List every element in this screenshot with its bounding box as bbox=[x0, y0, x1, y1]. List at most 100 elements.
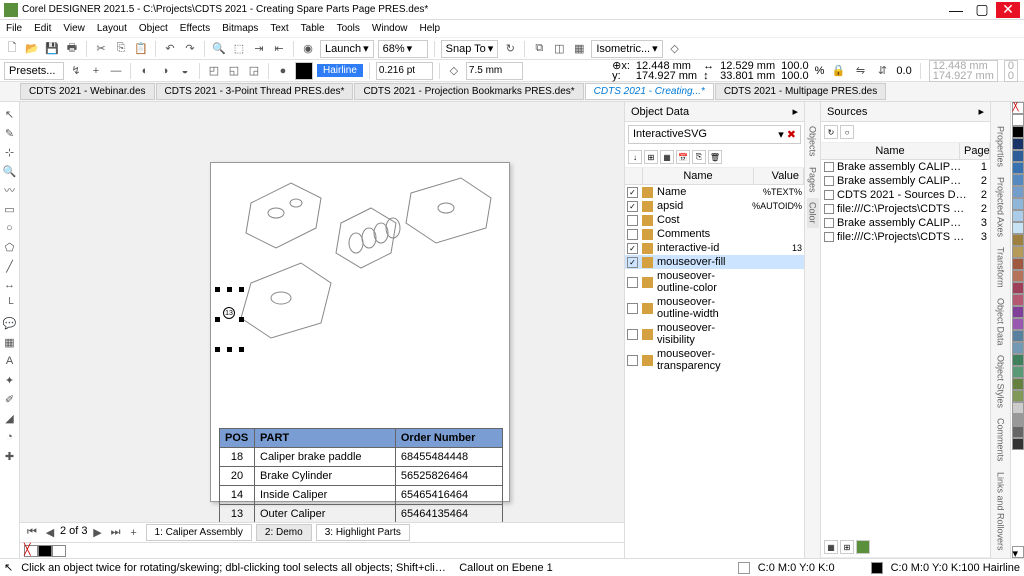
maximize-button[interactable]: ▢ bbox=[970, 2, 994, 18]
src-link-icon[interactable]: ○ bbox=[840, 125, 854, 139]
menu-view[interactable]: View bbox=[63, 23, 85, 34]
checkbox-icon[interactable] bbox=[627, 303, 638, 314]
page-tab[interactable]: 3: Highlight Parts bbox=[316, 524, 410, 541]
hairline-label[interactable]: Hairline bbox=[317, 64, 363, 77]
drawing-page[interactable]: 13 POS PART Order Number 18Caliper brake… bbox=[210, 162, 510, 502]
delete-icon[interactable]: ✖ bbox=[787, 129, 796, 141]
src-b-1[interactable]: ▦ bbox=[824, 540, 838, 554]
vtab-object-styles[interactable]: Object Styles bbox=[995, 351, 1007, 412]
pick-tool-icon[interactable]: ↖ bbox=[2, 106, 18, 122]
source-row[interactable]: file:///C:\Projects\CDTS 2021 - Crea...2 bbox=[821, 202, 990, 216]
od-icon-2[interactable]: ⊞ bbox=[644, 150, 658, 164]
prev-page-icon[interactable]: ◀ bbox=[42, 525, 58, 541]
next-page-icon[interactable]: ▶ bbox=[90, 525, 106, 541]
symbol-icon[interactable]: ⬚ bbox=[231, 41, 247, 57]
vtab-properties[interactable]: Properties bbox=[995, 122, 1007, 171]
od-row[interactable]: Cost bbox=[625, 213, 804, 227]
caps1-icon[interactable]: ◐ bbox=[137, 63, 153, 79]
color-swatch[interactable] bbox=[1012, 174, 1024, 186]
launch-combo[interactable]: Launch ▾ bbox=[320, 40, 374, 58]
od-row[interactable]: mouseover-visibility bbox=[625, 321, 804, 347]
od-row[interactable]: ✓Name%TEXT% bbox=[625, 185, 804, 199]
color-swatch[interactable] bbox=[1012, 426, 1024, 438]
cube-icon[interactable]: ◫ bbox=[551, 41, 567, 57]
vtab-transform[interactable]: Transform bbox=[995, 243, 1007, 292]
print-icon[interactable]: 🖶 bbox=[64, 41, 80, 57]
od-icon-1[interactable]: ↓ bbox=[628, 150, 642, 164]
tool3-icon[interactable]: — bbox=[108, 63, 124, 79]
source-row[interactable]: Brake assembly CALIPER LIST.xls3 bbox=[821, 216, 990, 230]
color-swatch[interactable] bbox=[1012, 114, 1024, 126]
status-outline-icon[interactable] bbox=[871, 562, 883, 574]
color-swatch[interactable] bbox=[1012, 162, 1024, 174]
export-icon[interactable]: ⇤ bbox=[271, 41, 287, 57]
checkbox-icon[interactable]: ✓ bbox=[627, 243, 638, 254]
text-tool-icon[interactable]: A bbox=[2, 353, 18, 369]
menu-bitmaps[interactable]: Bitmaps bbox=[222, 23, 258, 34]
od-icon-5[interactable]: ⎘ bbox=[692, 150, 706, 164]
fill-tool-icon[interactable]: ◢ bbox=[2, 410, 18, 426]
zoom-combo[interactable]: 68%▾ bbox=[378, 40, 428, 58]
open-icon[interactable]: 📂 bbox=[24, 41, 40, 57]
tool1-icon[interactable]: ↯ bbox=[68, 63, 84, 79]
vtab-objects[interactable]: Objects bbox=[807, 122, 819, 161]
color-swatch[interactable] bbox=[1012, 138, 1024, 150]
grid-icon[interactable]: ▦ bbox=[571, 41, 587, 57]
menu-tools[interactable]: Tools bbox=[337, 23, 360, 34]
eyedrop-tool-icon[interactable]: ✐ bbox=[2, 391, 18, 407]
redo-icon[interactable]: ↷ bbox=[182, 41, 198, 57]
vtab-comments[interactable]: Comments bbox=[995, 414, 1007, 466]
mesh-tool-icon[interactable]: ✚ bbox=[2, 448, 18, 464]
caps3-icon[interactable]: ◒ bbox=[177, 63, 193, 79]
color-swatch[interactable] bbox=[1012, 354, 1024, 366]
canvas[interactable]: 13 POS PART Order Number 18Caliper brake… bbox=[20, 102, 624, 558]
doc-tab[interactable]: CDTS 2021 - 3-Point Thread PRES.des* bbox=[156, 83, 354, 100]
table-row[interactable]: 20Brake Cylinder56525826464 bbox=[220, 467, 503, 486]
outline-width-input[interactable] bbox=[376, 62, 433, 80]
src-b-2[interactable]: ⊞ bbox=[840, 540, 854, 554]
od-row[interactable]: ✓interactive-id13 bbox=[625, 241, 804, 255]
page-tab[interactable]: 1: Caliper Assembly bbox=[146, 524, 252, 541]
od-row[interactable]: ✓apsid%AUTOID% bbox=[625, 199, 804, 213]
first-page-icon[interactable]: ⏮ bbox=[24, 525, 40, 541]
lock-icon[interactable]: 🔒 bbox=[830, 63, 846, 79]
freehand-tool-icon[interactable]: 〰 bbox=[2, 182, 18, 198]
color-swatch[interactable] bbox=[1012, 390, 1024, 402]
projection-combo[interactable]: Isometric...▾ bbox=[591, 40, 662, 58]
readout-sy[interactable]: 100.0 bbox=[781, 71, 809, 81]
save-icon[interactable]: 💾 bbox=[44, 41, 60, 57]
search-icon[interactable]: 🔍 bbox=[211, 41, 227, 57]
color-swatch[interactable] bbox=[1012, 198, 1024, 210]
table-row[interactable]: 14Inside Caliper65465416464 bbox=[220, 486, 503, 505]
rect-tool-icon[interactable]: ▭ bbox=[2, 201, 18, 217]
checkbox-icon[interactable]: ✓ bbox=[627, 201, 638, 212]
menu-edit[interactable]: Edit bbox=[34, 23, 51, 34]
color-swatch[interactable] bbox=[1012, 306, 1024, 318]
color-swatch[interactable] bbox=[1012, 342, 1024, 354]
color-swatch[interactable] bbox=[1012, 414, 1024, 426]
swatch-more-icon[interactable]: ▾ bbox=[1012, 546, 1024, 558]
source-row[interactable]: Brake assembly CALIPER LIST.xls1 bbox=[821, 160, 990, 174]
vtab-projected-axes[interactable]: Projected Axes bbox=[995, 173, 1007, 241]
menu-text[interactable]: Text bbox=[270, 23, 288, 34]
menu-table[interactable]: Table bbox=[301, 23, 325, 34]
checkbox-icon[interactable] bbox=[627, 229, 638, 240]
line-color-swatch[interactable] bbox=[295, 62, 313, 80]
od-icon-3[interactable]: ▦ bbox=[660, 150, 674, 164]
checkbox-icon[interactable] bbox=[627, 215, 638, 226]
doc-tab[interactable]: CDTS 2021 - Projection Bookmarks PRES.de… bbox=[354, 83, 583, 100]
od-row[interactable]: mouseover-transparency bbox=[625, 347, 804, 373]
menu-layout[interactable]: Layout bbox=[97, 23, 127, 34]
menu-file[interactable]: File bbox=[6, 23, 22, 34]
shape-tool-icon[interactable]: ✎ bbox=[2, 125, 18, 141]
copy-icon[interactable]: ⎘ bbox=[113, 41, 129, 57]
readout-w[interactable]: 12.529 mm bbox=[720, 61, 775, 71]
menu-help[interactable]: Help bbox=[420, 23, 441, 34]
color-swatch[interactable] bbox=[1012, 378, 1024, 390]
readout-y[interactable]: 174.927 mm bbox=[636, 71, 697, 81]
vtab-pages[interactable]: Pages bbox=[807, 163, 819, 197]
vtab-links[interactable]: Links and Rollovers bbox=[995, 468, 1007, 555]
table-row[interactable]: 13Outer Caliper65464135464 bbox=[220, 505, 503, 523]
src-b-3[interactable] bbox=[856, 540, 870, 554]
color-swatch[interactable] bbox=[1012, 126, 1024, 138]
